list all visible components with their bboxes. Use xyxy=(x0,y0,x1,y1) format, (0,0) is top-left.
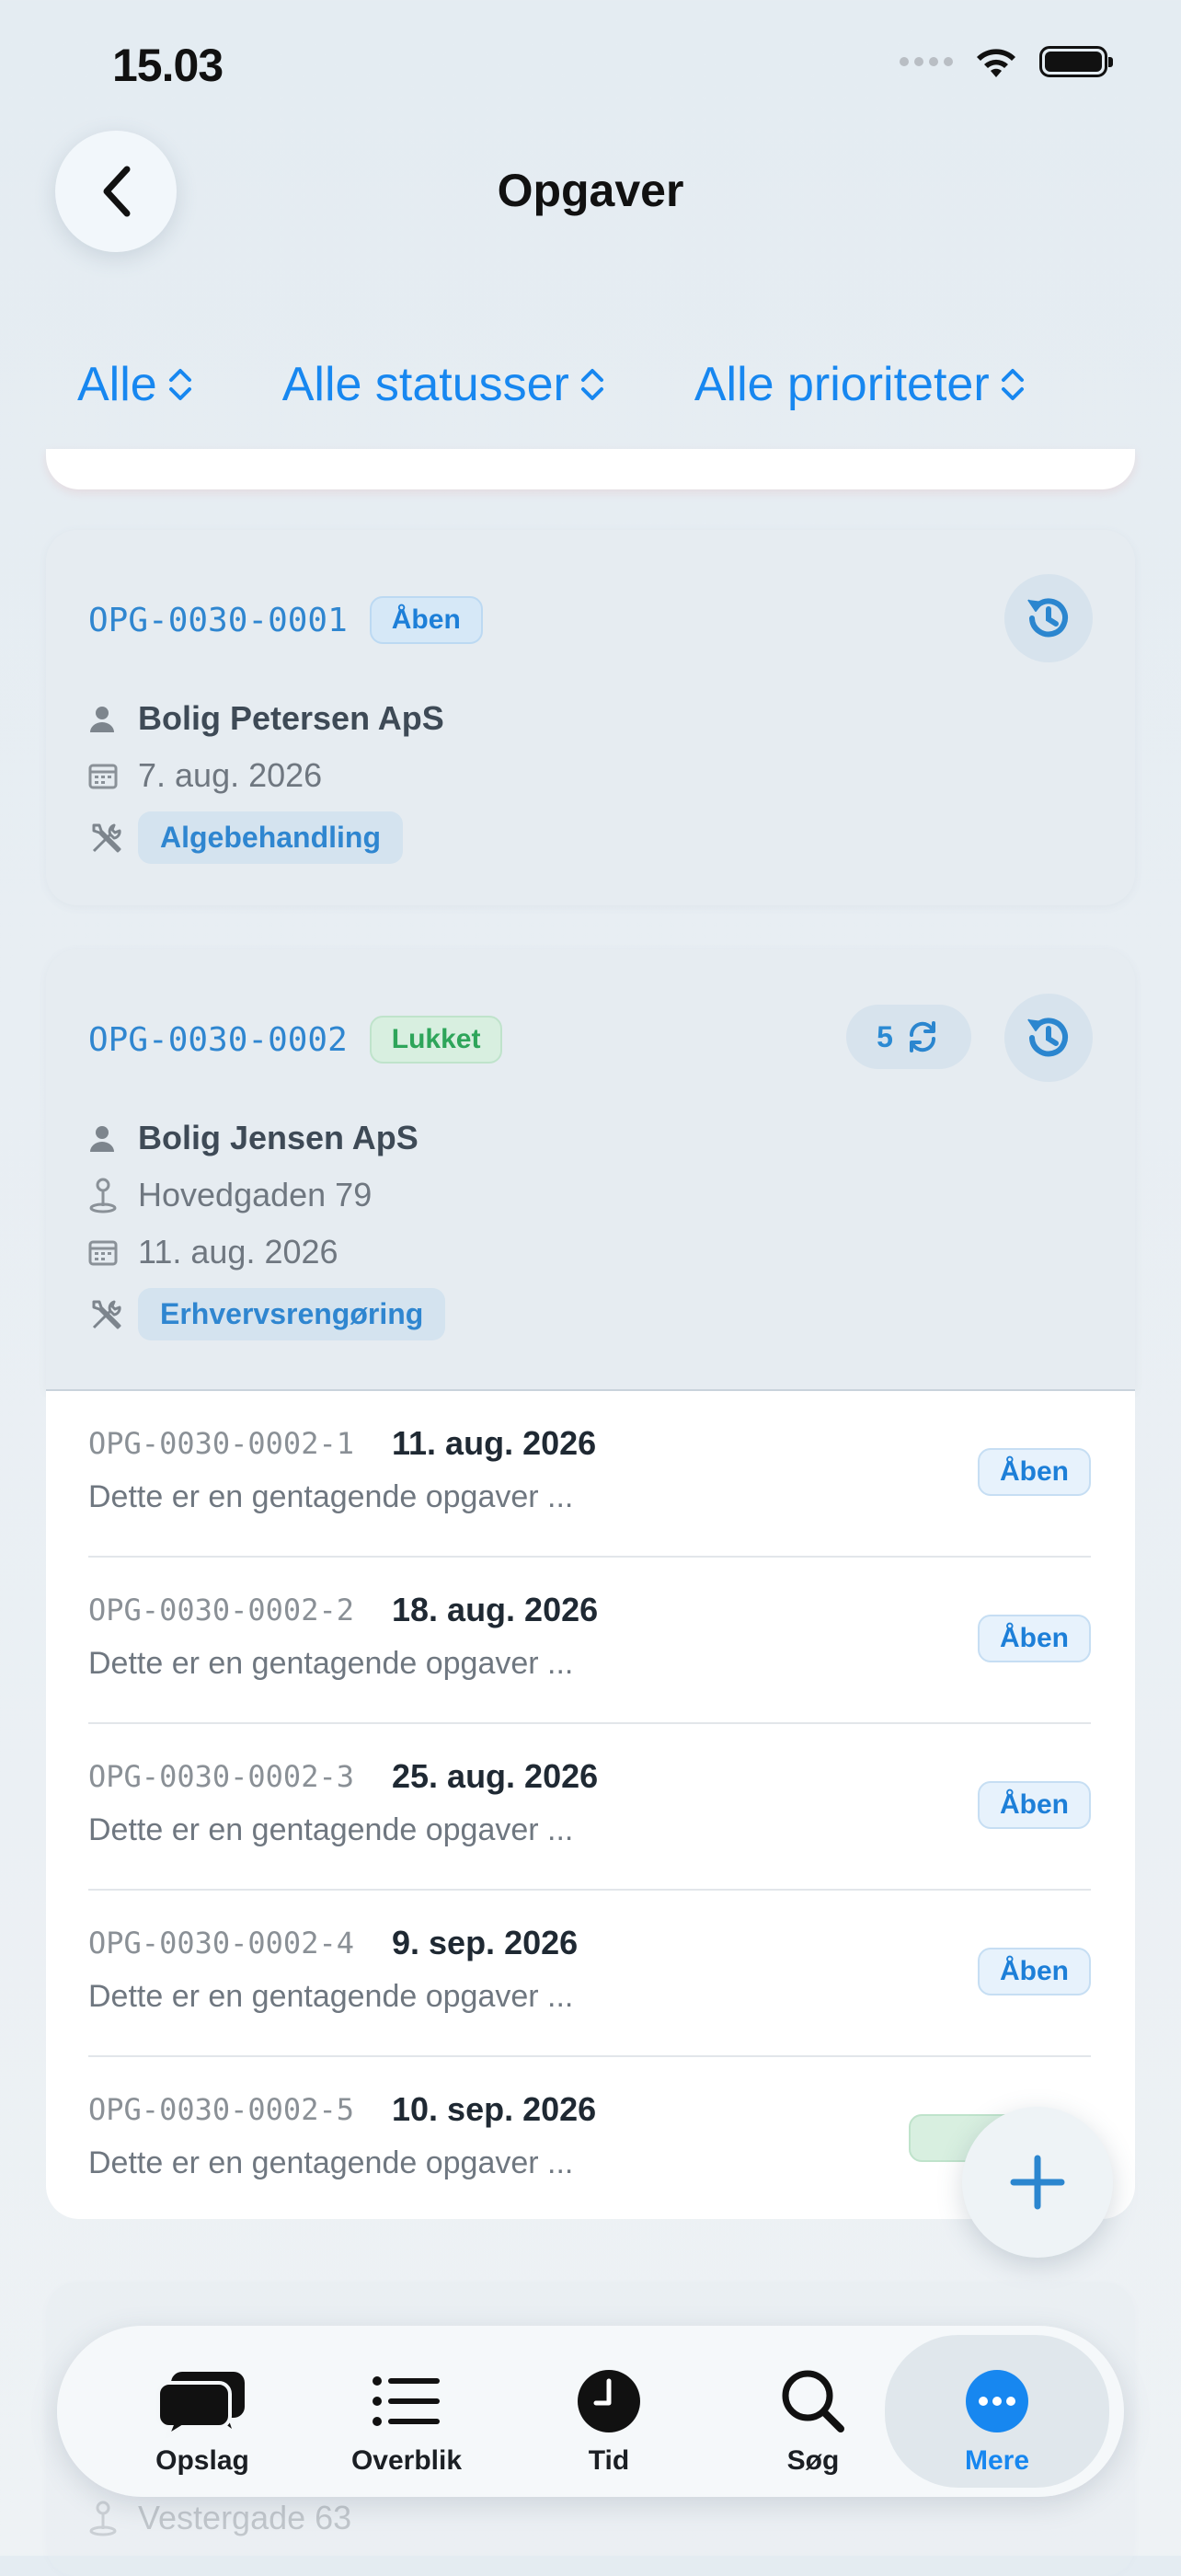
task-card[interactable]: OPG-0030-0002 Lukket 5 Bolig Jensen ApS … xyxy=(46,949,1135,1391)
filter-bar: Alle Alle statusser Alle prioriteter xyxy=(77,357,1026,412)
occurrence-id: OPG-0030-0002-1 xyxy=(88,1426,354,1461)
recurrence-count-button[interactable]: 5 xyxy=(846,1005,971,1069)
history-icon xyxy=(1027,598,1068,638)
occurrence-list: OPG-0030-0002-1 11. aug. 2026 Dette er e… xyxy=(46,1389,1135,2219)
filter-priority-label: Alle prioriteter xyxy=(694,358,990,411)
tab-opslag[interactable]: Opslag xyxy=(101,2326,304,2497)
list-item[interactable]: OPG-0030-0002-4 9. sep. 2026 Dette er en… xyxy=(88,1891,1091,2057)
calendar-icon xyxy=(88,1240,118,1266)
occurrence-id: OPG-0030-0002-2 xyxy=(88,1593,354,1627)
tab-label: Overblik xyxy=(350,2445,463,2476)
list-item[interactable]: OPG-0030-0002-2 18. aug. 2026 Dette er e… xyxy=(88,1558,1091,1724)
status-badge: Åben xyxy=(978,1781,1091,1829)
battery-icon xyxy=(1039,46,1113,77)
person-icon xyxy=(90,707,114,732)
calendar-icon xyxy=(88,764,118,789)
page-title: Opgaver xyxy=(497,165,684,216)
clock-icon xyxy=(578,2370,640,2432)
chevron-updown-icon xyxy=(1001,369,1024,400)
map-pin-icon xyxy=(89,2501,117,2536)
occurrence-date: 25. aug. 2026 xyxy=(392,1757,599,1795)
task-date: 11. aug. 2026 xyxy=(138,1233,338,1271)
occurrence-description: Dette er en gentagende opgaver ... xyxy=(88,2145,574,2180)
occurrence-description: Dette er en gentagende opgaver ... xyxy=(88,1479,574,1514)
list-item[interactable]: OPG-0030-0002-3 25. aug. 2026 Dette er e… xyxy=(88,1724,1091,1891)
occurrence-date: 10. sep. 2026 xyxy=(392,2090,597,2128)
filter-priority[interactable]: Alle prioriteter xyxy=(694,357,1026,412)
filter-status[interactable]: Alle statusser xyxy=(282,357,606,412)
chevron-updown-icon xyxy=(168,369,191,400)
task-date: 7. aug. 2026 xyxy=(138,756,323,794)
filter-all-label: Alle xyxy=(77,358,157,411)
chat-bubbles-icon xyxy=(156,2372,245,2438)
tab-label: Opslag xyxy=(155,2445,249,2476)
list-icon xyxy=(373,2376,440,2426)
tab-overblik[interactable]: Overblik xyxy=(305,2326,508,2497)
history-icon xyxy=(1027,1018,1068,1057)
list-item[interactable]: OPG-0030-0002-1 11. aug. 2026 Dette er e… xyxy=(88,1391,1091,1558)
map-pin-icon xyxy=(89,1178,117,1213)
recurrence-count: 5 xyxy=(877,1019,893,1053)
status-badge: Lukket xyxy=(369,1016,503,1064)
previous-card-edge xyxy=(46,449,1135,489)
category-tag: Algebehandling xyxy=(138,811,403,864)
occurrence-date: 18. aug. 2026 xyxy=(392,1591,599,1628)
status-badge: Åben xyxy=(978,1615,1091,1662)
status-icons xyxy=(900,44,1113,79)
history-button[interactable] xyxy=(1004,574,1093,662)
occurrence-date: 11. aug. 2026 xyxy=(392,1424,597,1462)
tab-tid[interactable]: Tid xyxy=(508,2326,710,2497)
plus-icon xyxy=(1010,2155,1065,2210)
status-badge: Åben xyxy=(978,1448,1091,1496)
occurrence-description: Dette er en gentagende opgaver ... xyxy=(88,1812,574,1847)
customer-name: Bolig Petersen ApS xyxy=(138,699,444,737)
tools-icon xyxy=(92,823,121,852)
tools-icon xyxy=(92,1300,121,1328)
list-item[interactable]: OPG-0030-0002-5 10. sep. 2026 Dette er e… xyxy=(88,2057,1091,2219)
tab-label: Søg xyxy=(786,2445,840,2476)
customer-name: Bolig Jensen ApS xyxy=(138,1119,419,1156)
repeat-icon xyxy=(909,1021,935,1052)
chevron-updown-icon xyxy=(580,369,603,400)
signal-icon xyxy=(900,57,953,66)
more-icon xyxy=(966,2370,1028,2432)
task-address: Hovedgaden 79 xyxy=(138,1176,373,1213)
filter-status-label: Alle statusser xyxy=(281,358,569,411)
tab-label: Tid xyxy=(588,2445,630,2476)
task-code: OPG-0030-0002 xyxy=(88,1020,348,1059)
status-time: 15.03 xyxy=(112,40,224,91)
status-badge: Åben xyxy=(369,596,483,644)
occurrence-id: OPG-0030-0002-3 xyxy=(88,1759,354,1794)
task-address: Vestergade 63 xyxy=(138,2499,352,2536)
occurrence-id: OPG-0030-0002-4 xyxy=(88,1926,354,1961)
search-icon xyxy=(782,2370,844,2432)
category-tag: Erhvervsrengøring xyxy=(138,1288,446,1340)
occurrence-id: OPG-0030-0002-5 xyxy=(88,2092,354,2127)
history-button[interactable] xyxy=(1004,994,1093,1082)
wifi-icon xyxy=(977,49,1015,77)
occurrence-date: 9. sep. 2026 xyxy=(392,1924,579,1961)
tab-bar: Opslag Overblik Tid Søg Mere xyxy=(57,2326,1124,2497)
tab-soeg[interactable]: Søg xyxy=(712,2326,914,2497)
tab-mere[interactable]: Mere xyxy=(885,2335,1109,2488)
occurrence-description: Dette er en gentagende opgaver ... xyxy=(88,1979,574,2014)
task-code: OPG-0030-0001 xyxy=(88,601,348,639)
occurrence-description: Dette er en gentagende opgaver ... xyxy=(88,1646,574,1681)
filter-all[interactable]: Alle xyxy=(77,357,194,412)
add-task-button[interactable] xyxy=(962,2107,1113,2258)
status-badge: Åben xyxy=(978,1948,1091,1995)
task-card[interactable]: OPG-0030-0001 Åben Bolig Petersen ApS 7.… xyxy=(46,530,1135,905)
person-icon xyxy=(90,1126,114,1152)
tab-label: Mere xyxy=(964,2445,1030,2476)
